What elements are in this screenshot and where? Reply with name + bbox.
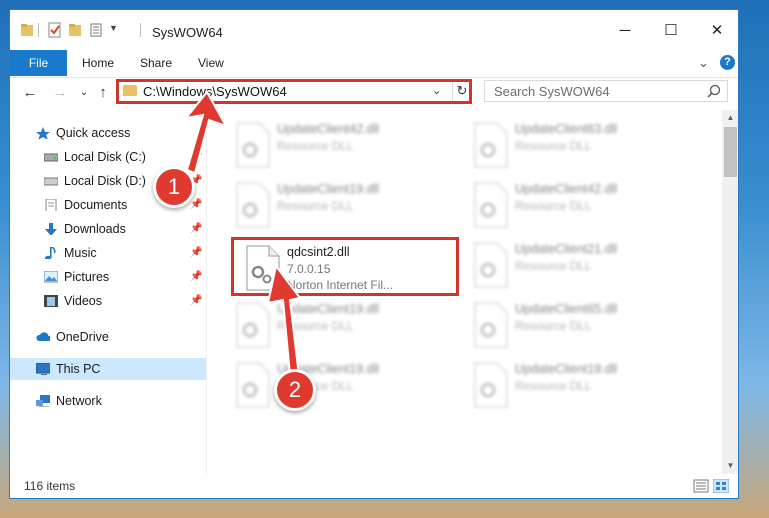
arrow-2 [266, 263, 302, 378]
step-1-badge: 1 [153, 166, 195, 208]
step-2-badge: 2 [274, 369, 316, 411]
arrow-1 [183, 90, 229, 175]
annotation-arrows [183, 90, 302, 378]
